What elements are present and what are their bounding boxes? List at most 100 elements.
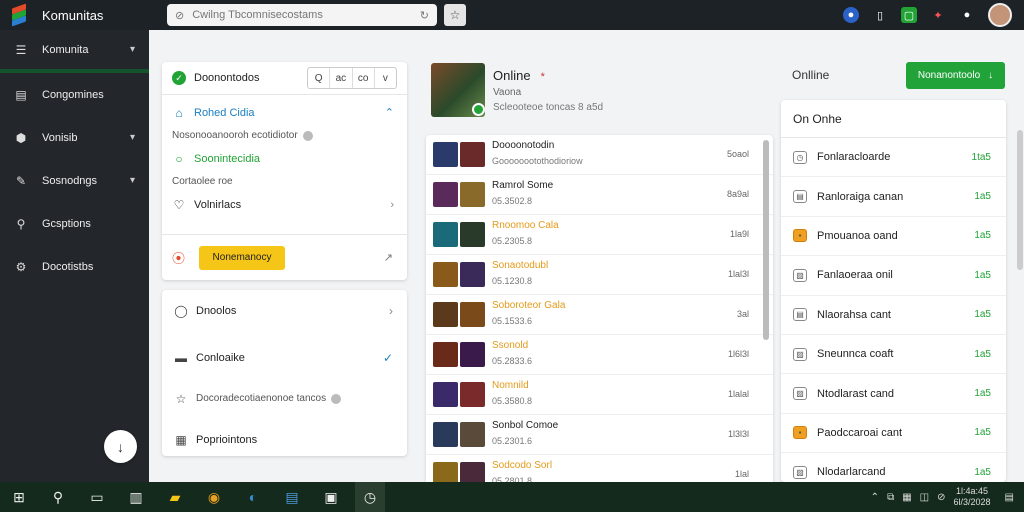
shield-icon: ⬢ (15, 130, 27, 145)
notification-center-icon[interactable]: ▤ (1005, 492, 1014, 503)
game-thumbnail (460, 182, 485, 207)
chevron-up-icon[interactable]: ⌃ (871, 492, 879, 503)
bookmark-icon[interactable]: ☆ (444, 4, 466, 26)
game-row[interactable]: Sonaotodubl 05.1230.8 1lal3l (426, 255, 773, 295)
friend-row[interactable]: ▨ Fanlaoeraa onil 1a5 (781, 256, 1006, 296)
chevron-down-icon: ▾ (129, 44, 135, 55)
file-explorer-icon[interactable]: ▰ (160, 482, 190, 512)
widgets-icon[interactable]: ▥ (121, 482, 151, 512)
person-icon: ⚲ (16, 216, 26, 231)
game-row[interactable]: Nomnild 05.3580.8 1lalal (426, 375, 773, 415)
clock[interactable]: 1l:4a:45 6l/3/2028 (954, 486, 991, 508)
game-thumbnail (433, 262, 458, 287)
game-time: 1la9l (729, 229, 749, 239)
game-row[interactable]: Soboroteor Gala 05.1533.6 3al (426, 295, 773, 335)
clock-time: 1l:4a:45 (956, 486, 989, 496)
sidebar-item-sosnodngs[interactable]: ✎ Sosnodngs ▾ (0, 159, 149, 202)
sidebar-item-gcsptions[interactable]: ⚲ Gcsptions (0, 202, 149, 245)
terminal-icon[interactable]: ▣ (316, 482, 346, 512)
friend-name: Fanlaoeraa onil (817, 269, 893, 282)
friend-row[interactable]: ◷ Fonlaracloarde 1ta5 (781, 138, 1006, 178)
row-conloaike[interactable]: ▬ Conloaike ✓ (162, 337, 407, 378)
game-row[interactable]: Sonbol Comoe 05.2301.6 1l3l3l (426, 415, 773, 455)
clock-date: 6l/3/2028 (953, 497, 991, 507)
game-subtitle: 05.2833.6 (492, 356, 533, 366)
star-icon[interactable]: * (541, 71, 545, 83)
game-list-scrollbar[interactable] (763, 140, 769, 340)
game-name: Sodcodo Sorl (492, 460, 553, 471)
row-docoradeco[interactable]: ☆ Docoradecotiaenonoe tancos (162, 378, 407, 419)
friend-row[interactable]: ▪ Pmouanoa oand 1a5 (781, 217, 1006, 257)
notification-icon[interactable]: ● (843, 7, 859, 23)
flame-icon[interactable]: ✦ (930, 7, 946, 23)
friend-row[interactable]: ▤ Nlaorahsa cant 1a5 (781, 296, 1006, 335)
menu-icon: ▬ (175, 350, 187, 365)
friend-row[interactable]: ▨ Sneunnca coaft 1a5 (781, 335, 1006, 375)
row-label: Dnoolos (196, 304, 237, 317)
game-row[interactable]: Rnoomoo Cala 05.2305.8 1la9l (426, 215, 773, 255)
volume-icon[interactable]: ◫ (920, 492, 929, 503)
user-avatar[interactable] (988, 3, 1012, 27)
windows-start-icon[interactable]: ⊞ (4, 482, 34, 512)
sidebar-item-docotistbs[interactable]: ⚙ Docotistbs (0, 245, 149, 288)
add-friend-button[interactable]: Nonanontoolo ↓ (906, 62, 1005, 89)
chevron-up-icon[interactable]: ⌃ (385, 106, 394, 119)
friend-row[interactable]: ▪ Paodccaroai cant 1a5 (781, 414, 1006, 454)
game-row[interactable]: Ssonold 05.2833.6 1l6l3l (426, 335, 773, 375)
refresh-icon[interactable]: ↻ (420, 9, 429, 22)
seg-option-c[interactable]: v (373, 68, 396, 88)
sidebar-item-vonisib[interactable]: ⬢ Vonisib ▾ (0, 116, 149, 159)
chrome-icon[interactable]: ◉ (199, 482, 229, 512)
game-row[interactable]: Doooonotodin Goooooootothodioriow 5oaol (426, 135, 773, 175)
network-icon[interactable]: ⧉ (887, 492, 894, 503)
task-view-icon[interactable]: ▭ (82, 482, 112, 512)
page-scrollbar[interactable] (1017, 130, 1023, 270)
image-icon: ▨ (793, 268, 807, 282)
game-thumbnail (433, 422, 458, 447)
image-icon: ▨ (793, 387, 807, 401)
scroll-down-button[interactable]: ↓ (104, 430, 137, 463)
row-popriointons[interactable]: ▦ Popriointons (162, 419, 407, 460)
search-icon[interactable]: ⚲ (43, 482, 73, 512)
friend-status: 1a5 (974, 309, 991, 321)
arrow-down-icon: ↓ (988, 70, 994, 81)
game-time: 1l6l3l (727, 349, 749, 359)
sidebar-item-komunita[interactable]: ☰ Komunita ▾ (0, 30, 149, 73)
clipboard-icon[interactable]: ▯ (872, 7, 888, 23)
sidebar-item-congomines[interactable]: ▤ Congomines (0, 73, 149, 116)
tag-icon: ▪ (793, 229, 807, 243)
keyboard-icon[interactable]: ▦ (902, 492, 911, 503)
green-app-icon[interactable]: ▢ (901, 7, 917, 23)
friend-row[interactable]: ▤ Ranloraiga canan 1a5 (781, 177, 1006, 217)
game-name: Soboroteor Gala (492, 300, 566, 311)
app-active-icon[interactable]: ◷ (355, 482, 385, 512)
game-name: Sonaotodubl (492, 260, 549, 271)
row-label: Cortaolee roe (172, 176, 233, 187)
row-dnoolos[interactable]: ◯ Dnoolos › (162, 290, 407, 331)
chevron-right-icon: › (389, 303, 393, 318)
seg-search[interactable]: Q (308, 68, 329, 88)
clock-icon[interactable]: ⊘ (937, 492, 945, 503)
share-arrow-icon[interactable]: ↗ (384, 251, 393, 264)
row-label: Docoradecotiaenonoe tancos (196, 393, 327, 404)
github-icon[interactable]: ● (959, 7, 975, 23)
row-soonintecidia[interactable]: ○ Soonintecidia (162, 147, 407, 170)
segmented-control[interactable]: Q ac co v (307, 67, 397, 89)
address-bar[interactable]: ⊘ Cwilng Tbcomnisecostams ↻ (167, 4, 437, 26)
edge-icon[interactable]: ◐ (238, 482, 268, 512)
seg-option-b[interactable]: co (351, 68, 374, 88)
tag-icon: ▪ (793, 426, 807, 440)
nonemanocy-button[interactable]: Nonemanocy (199, 245, 286, 270)
friend-row[interactable]: ▨ Ntodlarast cand 1a5 (781, 374, 1006, 414)
seg-option-a[interactable]: ac (329, 68, 351, 88)
table-icon: ▤ (793, 190, 807, 204)
row-volnirlacs[interactable]: ♡ Volnirlacs › (162, 193, 407, 216)
app-title: Komunitas (42, 7, 104, 23)
files-icon[interactable]: ▤ (277, 482, 307, 512)
circle-icon: ○ (175, 151, 183, 166)
friend-name: Ranloraiga canan (817, 190, 904, 203)
row-rohed-cidia[interactable]: ⌂ Rohed Cidia ⌃ (162, 101, 407, 124)
sidebar-item-label: Sosnodngs (42, 174, 98, 187)
game-thumbnail (433, 222, 458, 247)
game-row[interactable]: Ramrol Some 05.3502.8 8a9al (426, 175, 773, 215)
